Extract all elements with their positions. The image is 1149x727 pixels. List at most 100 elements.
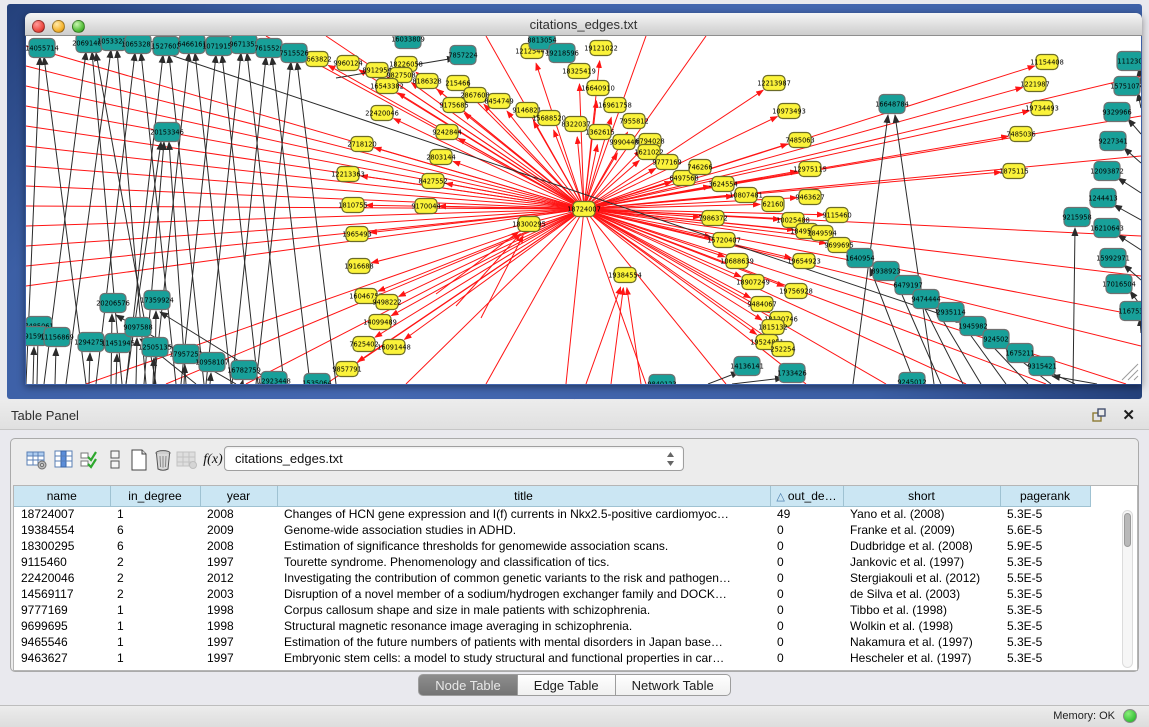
table-selector-dropdown[interactable]: citations_edges.txt [224, 446, 684, 471]
network-node-yellow[interactable]: 12213987 [757, 76, 791, 91]
network-node-yellow[interactable]: 252254 [770, 342, 795, 357]
black-edge[interactable] [1138, 93, 1141, 108]
network-node-yellow[interactable]: 9242844 [432, 125, 461, 140]
tab-node-table[interactable]: Node Table [418, 674, 518, 696]
cell-title[interactable]: Genome-wide association studies in ADHD. [277, 522, 770, 538]
cell-name[interactable]: 19384554 [14, 522, 110, 538]
network-node-teal[interactable]: 924502 [983, 330, 1009, 349]
black-edge[interactable] [256, 62, 291, 384]
network-node-yellow[interactable]: 9990448 [609, 135, 638, 150]
cell-title[interactable]: Corpus callosum shape and size in male p… [277, 602, 770, 618]
cell-title[interactable]: Structural magnetic resonance image aver… [277, 618, 770, 634]
black-edge[interactable] [1128, 370, 1138, 380]
cell-year[interactable]: 1997 [200, 634, 277, 650]
cell-name[interactable]: 18300295 [14, 538, 110, 554]
network-canvas[interactable]: 1872400776638229960124891295418226058982… [26, 36, 1141, 384]
cell-in_degree[interactable]: 1 [110, 602, 200, 618]
cell-short[interactable]: Stergiakouli et al. (2012) [843, 570, 1000, 586]
network-node-teal[interactable]: 111230 [1117, 52, 1141, 71]
network-node-yellow[interactable]: 2803144 [426, 150, 455, 165]
column-header-out_degree[interactable]: △out_de… [770, 486, 843, 506]
black-edge[interactable] [1118, 178, 1141, 193]
cell-title[interactable]: Disruption of a novel member of a sodium… [277, 586, 770, 602]
close-icon[interactable]: ✕ [1122, 406, 1135, 424]
network-node-teal[interactable]: 9329966 [1102, 103, 1131, 122]
column-header-year[interactable]: year [200, 486, 277, 506]
cell-year[interactable]: 2012 [200, 570, 277, 586]
cell-out_degree[interactable]: 0 [770, 650, 843, 666]
network-node-yellow[interactable]: 9484067 [747, 297, 776, 312]
black-edge[interactable] [195, 53, 231, 384]
network-node-teal[interactable]: 9097588 [123, 318, 152, 337]
network-node-yellow[interactable]: 1362615 [585, 125, 614, 140]
network-node-yellow[interactable]: 9115460 [822, 208, 851, 223]
network-node-teal[interactable]: 9245012 [897, 373, 926, 385]
scrollbar-thumb[interactable] [1124, 513, 1131, 547]
network-node-teal[interactable]: 12923448 [257, 372, 291, 385]
network-node-yellow[interactable]: 62160 [762, 197, 784, 212]
cell-out_degree[interactable]: 0 [770, 618, 843, 634]
cell-name[interactable]: 9777169 [14, 602, 110, 618]
table-row[interactable]: 1938455462009Genome-wide association stu… [14, 522, 1090, 538]
network-node-yellow[interactable]: 7485036 [1006, 127, 1035, 142]
red-edge[interactable] [406, 209, 584, 384]
column-header-title[interactable]: title [277, 486, 770, 506]
network-node-yellow[interactable]: 3624554 [708, 177, 737, 192]
black-edge[interactable] [154, 53, 189, 384]
float-window-icon[interactable] [1091, 407, 1107, 423]
network-node-teal[interactable]: 20206576 [96, 294, 130, 313]
network-node-yellow[interactable]: 1875115 [999, 164, 1028, 179]
cell-in_degree[interactable]: 2 [110, 554, 200, 570]
cell-in_degree[interactable]: 6 [110, 522, 200, 538]
red-edge[interactable] [584, 209, 966, 384]
cell-out_degree[interactable]: 0 [770, 602, 843, 618]
network-node-yellow[interactable]: 9175685 [439, 98, 468, 113]
network-node-yellow[interactable]: 10973493 [772, 104, 806, 119]
cell-pagerank[interactable]: 5.3E-5 [1000, 586, 1090, 602]
node-attribute-table[interactable]: namein_degreeyeartitle△out_de…shortpager… [13, 485, 1138, 671]
network-node-yellow[interactable]: 18325419 [562, 64, 596, 79]
red-edge[interactable] [566, 209, 584, 384]
cell-in_degree[interactable]: 1 [110, 650, 200, 666]
cell-year[interactable]: 1998 [200, 618, 277, 634]
network-node-yellow[interactable]: 19756928 [779, 284, 813, 299]
cell-short[interactable]: Dudbridge et al. (2008) [843, 538, 1000, 554]
cell-short[interactable]: Yano et al. (2008) [843, 506, 1000, 522]
cell-out_degree[interactable]: 0 [770, 554, 843, 570]
network-node-teal[interactable]: 11156869 [40, 328, 74, 347]
black-edge[interactable] [136, 338, 137, 384]
network-node-teal[interactable]: 16210643 [1090, 219, 1124, 238]
network-node-teal[interactable]: 9474444 [911, 290, 940, 309]
cell-title[interactable]: Tourette syndrome. Phenomenology and cla… [277, 554, 770, 570]
network-node-teal[interactable]: 14136141 [730, 357, 764, 376]
table-row[interactable]: 1872400712008Changes of HCN gene express… [14, 506, 1090, 522]
network-node-teal[interactable]: 15751074 [1110, 77, 1141, 96]
table-row[interactable]: 946362711997Embryonic stem cells: a mode… [14, 650, 1090, 666]
black-edge[interactable] [1118, 235, 1141, 250]
cell-short[interactable]: de Silva et al. (2003) [843, 586, 1000, 602]
red-edge[interactable] [584, 76, 1141, 209]
red-edge[interactable] [584, 209, 1141, 346]
network-node-yellow[interactable]: 1221987 [1020, 77, 1049, 92]
red-edge[interactable] [26, 186, 584, 209]
cell-name[interactable]: 9115460 [14, 554, 110, 570]
network-node-yellow[interactable]: 19384554 [608, 268, 642, 283]
table-row[interactable]: 1830029562008Estimation of significance … [14, 538, 1090, 554]
column-header-name[interactable]: name [14, 486, 110, 506]
cell-out_degree[interactable]: 0 [770, 586, 843, 602]
network-node-yellow[interactable]: 8427552 [418, 174, 447, 189]
function-builder-icon[interactable]: f(x) [201, 447, 225, 473]
black-edge[interactable] [732, 378, 783, 384]
network-node-teal[interactable]: 9227341 [1098, 132, 1127, 151]
network-node-yellow[interactable]: 22420046 [365, 106, 399, 121]
network-node-yellow[interactable]: 1815132 [758, 320, 787, 335]
network-node-yellow[interactable]: 9777169 [652, 155, 681, 170]
cell-title[interactable]: Embryonic stem cells: a model to study s… [277, 650, 770, 666]
network-node-yellow[interactable]: 1916688 [344, 259, 373, 274]
network-node-teal[interactable]: 9315421 [1027, 357, 1056, 376]
black-edge[interactable] [1128, 119, 1141, 134]
network-node-teal[interactable]: 9215958 [1062, 208, 1091, 227]
network-node-teal[interactable]: 16782759 [227, 361, 261, 380]
black-edge[interactable] [242, 380, 243, 384]
network-node-teal[interactable]: 1535064 [302, 374, 331, 385]
